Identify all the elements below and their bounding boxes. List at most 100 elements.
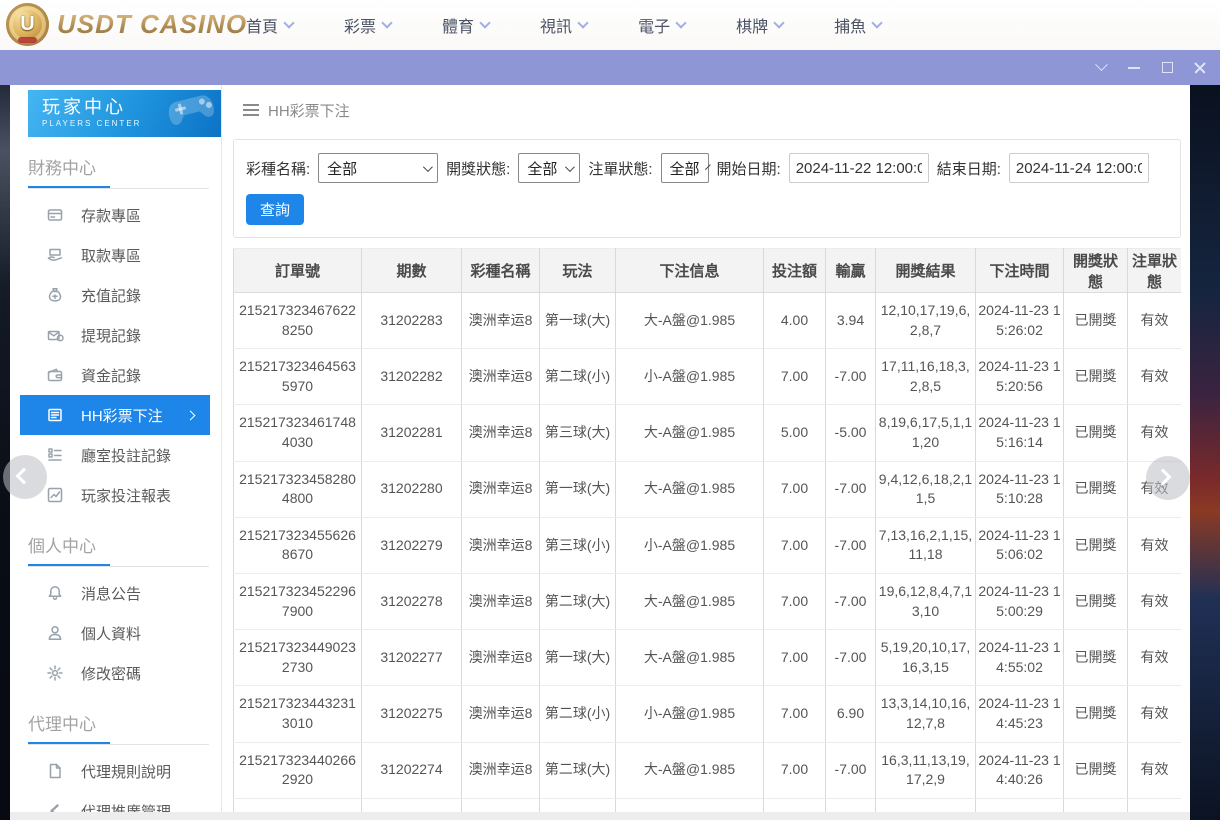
sidebar-item-profile[interactable]: 個人資料 xyxy=(10,613,221,653)
chevron-down-icon[interactable] xyxy=(1091,58,1111,78)
nav-item-home[interactable]: 首頁 xyxy=(246,13,293,37)
maximize-icon[interactable] xyxy=(1157,58,1177,78)
cell-bet-amount: 7.00 xyxy=(764,742,826,798)
chevron-down-icon xyxy=(283,17,294,28)
sidebar-item-messages[interactable]: 消息公告 xyxy=(10,573,221,613)
cell-win-loss: -7.00 xyxy=(826,461,876,517)
cell-bet-amount: 7.00 xyxy=(764,686,826,742)
lottery-name-value: 全部 xyxy=(327,158,357,179)
cell-bet-amount: 7.00 xyxy=(764,461,826,517)
cell-order-status: 有效 xyxy=(1128,517,1182,573)
column-header-win-loss: 輸贏 xyxy=(826,249,876,293)
cell-bet-time: 2024-11-23 15:00:29 xyxy=(976,573,1064,629)
chevron-down-glyph xyxy=(1095,58,1108,71)
window-titlebar xyxy=(0,50,1220,85)
nav-item-cards[interactable]: 棋牌 xyxy=(736,13,783,37)
prev-page-button[interactable] xyxy=(3,455,47,499)
recharge-record-icon xyxy=(46,286,64,304)
order-status-label: 注單狀態: xyxy=(588,158,652,179)
start-date-input[interactable] xyxy=(789,153,929,183)
brand-logo[interactable]: U USDT CASINO xyxy=(6,3,247,46)
cell-order-no: 2152173234676228250 xyxy=(234,293,362,349)
sidebar-item-agent-rules[interactable]: 代理規則說明 xyxy=(10,751,221,791)
sidebar-item-funds-record[interactable]: 資金記錄 xyxy=(10,355,221,395)
main-nav: 首頁 彩票 體育 視訊 電子 棋牌 捕魚 xyxy=(246,0,881,50)
sidebar-item-hh-lottery-bets[interactable]: HH彩票下注 xyxy=(20,395,210,435)
cell-play-type: 第二球(小) xyxy=(540,349,616,405)
cell-win-loss: -7.00 xyxy=(826,630,876,686)
sidebar-item-agent-promotion[interactable]: 代理推廣管理 xyxy=(10,791,221,812)
search-button[interactable]: 查詢 xyxy=(246,194,304,225)
lottery-name-select[interactable]: 全部 xyxy=(318,153,438,183)
cell-draw-result: 19,6,12,8,4,7,13,10 xyxy=(876,573,976,629)
menu-icon[interactable] xyxy=(243,104,259,116)
table-row: 215217323455626867031202279澳洲幸运8第三球(小)小-… xyxy=(234,517,1182,573)
order-status-select[interactable]: 全部 xyxy=(661,153,709,183)
chevron-down-icon xyxy=(675,17,686,28)
nav-item-sports[interactable]: 體育 xyxy=(442,13,489,37)
table-row-partial xyxy=(234,798,1182,812)
sidebar-item-recharge-record[interactable]: 充值記錄 xyxy=(10,275,221,315)
cell-bet-amount: 5.00 xyxy=(764,405,826,461)
close-icon[interactable] xyxy=(1190,58,1210,78)
draw-status-value: 全部 xyxy=(527,158,557,179)
sidebar-item-deposit[interactable]: 存款專區 xyxy=(10,195,221,235)
cell-bet-info: 小-A盤@1.985 xyxy=(616,517,764,573)
cell-draw-status: 已開獎 xyxy=(1064,293,1128,349)
filter-row: 彩種名稱: 全部 開獎狀態: 全部 注單狀態: 全部 開始 xyxy=(246,153,1168,183)
table-row: 215217323440266292031202274澳洲幸运8第二球(大)大-… xyxy=(234,742,1182,798)
end-date-label: 結束日期: xyxy=(937,158,1001,179)
cell-period: 31202277 xyxy=(362,630,462,686)
sidebar-item-label: 代理規則說明 xyxy=(81,761,171,782)
cell-bet-time: 2024-11-23 15:16:14 xyxy=(976,405,1064,461)
bets-table: 訂單號期數彩種名稱玩法下注信息投注額輸贏開獎結果下注時間開獎狀態注單狀態 215… xyxy=(233,248,1181,812)
cell-period: 31202274 xyxy=(362,742,462,798)
cell-play-type: 第二球(大) xyxy=(540,573,616,629)
cell-bet-info: 大-A盤@1.985 xyxy=(616,405,764,461)
table-row: 215217323461748403031202281澳洲幸运8第三球(大)大-… xyxy=(234,405,1182,461)
draw-status-select[interactable]: 全部 xyxy=(518,153,580,183)
players-center-header: 玩家中心 PLAYERS CENTER xyxy=(28,90,221,137)
sidebar-item-change-password[interactable]: 修改密碼 xyxy=(10,653,221,693)
cell-draw-result: 16,3,11,13,19,17,2,9 xyxy=(876,742,976,798)
sidebar-item-label: 玩家投注報表 xyxy=(81,485,171,506)
nav-item-lottery[interactable]: 彩票 xyxy=(344,13,391,37)
cell-empty xyxy=(462,798,540,812)
next-page-button[interactable] xyxy=(1146,456,1190,500)
nav-item-label: 棋牌 xyxy=(736,13,768,37)
nav-item-fishing[interactable]: 捕魚 xyxy=(834,13,881,37)
sidebar-item-withdrawal-record[interactable]: 提現記錄 xyxy=(10,315,221,355)
page-title: HH彩票下注 xyxy=(268,100,350,121)
cell-order-no: 2152173234556268670 xyxy=(234,517,362,573)
brand-name: USDT CASINO xyxy=(57,9,247,40)
cell-play-type: 第二球(小) xyxy=(540,686,616,742)
lottery-name-label: 彩種名稱: xyxy=(246,158,310,179)
cell-bet-info: 小-A盤@1.985 xyxy=(616,349,764,405)
cell-period: 31202282 xyxy=(362,349,462,405)
table-row: 215217323449023273031202277澳洲幸运8第一球(大)大-… xyxy=(234,630,1182,686)
table-row: 215217323452296790031202278澳洲幸运8第二球(大)大-… xyxy=(234,573,1182,629)
cell-order-status: 有效 xyxy=(1128,349,1182,405)
minimize-icon[interactable] xyxy=(1124,58,1144,78)
cell-period: 31202281 xyxy=(362,405,462,461)
sidebar-item-withdraw[interactable]: 取款專區 xyxy=(10,235,221,275)
cell-bet-time: 2024-11-23 15:26:02 xyxy=(976,293,1064,349)
section-title: 個人中心 xyxy=(28,532,221,557)
column-header-draw-status: 開獎狀態 xyxy=(1064,249,1128,293)
gamepad-icon xyxy=(163,90,221,137)
cell-bet-amount: 7.00 xyxy=(764,517,826,573)
sidebar-item-label: HH彩票下注 xyxy=(81,405,163,426)
nav-item-slots[interactable]: 電子 xyxy=(638,13,685,37)
nav-item-live[interactable]: 視訊 xyxy=(540,13,587,37)
sidebar-item-label: 廳室投註記錄 xyxy=(81,445,171,466)
end-date-input[interactable] xyxy=(1009,153,1149,183)
chevron-down-icon xyxy=(773,17,784,28)
horizontal-scrollbar[interactable] xyxy=(10,812,1190,820)
column-header-bet-time: 下注時間 xyxy=(976,249,1064,293)
nav-item-label: 體育 xyxy=(442,13,474,37)
user-icon xyxy=(46,624,64,642)
table-row: 215217323458280480031202280澳洲幸运8第一球(大)大-… xyxy=(234,461,1182,517)
window-controls xyxy=(1091,50,1210,85)
cell-play-type: 第三球(大) xyxy=(540,405,616,461)
filter-panel: 彩種名稱: 全部 開獎狀態: 全部 注單狀態: 全部 開始 xyxy=(233,139,1181,238)
